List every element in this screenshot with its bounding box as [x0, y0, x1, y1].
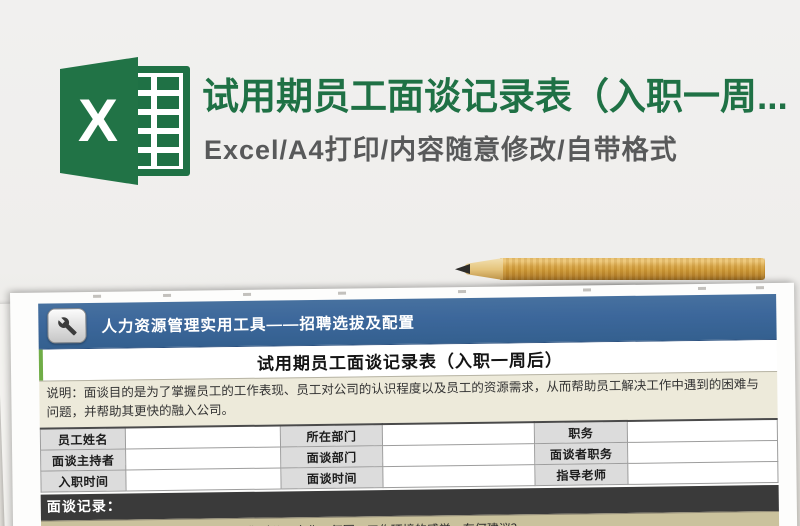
pencil-body	[500, 258, 765, 280]
wrench-button[interactable]	[47, 308, 87, 344]
field-value-cell[interactable]	[382, 464, 536, 488]
tick	[163, 293, 172, 297]
tick	[243, 292, 252, 296]
field-value-cell[interactable]	[382, 443, 535, 467]
field-value-cell[interactable]	[627, 440, 778, 464]
field-label: 员工姓名	[40, 427, 126, 451]
field-value-cell[interactable]	[125, 467, 282, 491]
field-label: 面谈时间	[280, 466, 384, 489]
field-value-cell[interactable]	[627, 418, 778, 443]
field-label: 所在部门	[280, 424, 383, 447]
field-label: 职务	[534, 420, 628, 444]
pencil-wood-tip	[461, 258, 503, 280]
info-table: 员工姓名 所在部门 职务 面谈主持者 面谈部门 面谈者职务 入职时间 面谈时间 …	[39, 417, 779, 493]
tick	[755, 286, 765, 290]
template-preview-page: X 试用期员工面谈记录表（入职一周... Excel/A4打印/内容随意修改/自…	[0, 0, 800, 526]
pencil-graphite-tip	[455, 264, 470, 274]
svg-text:X: X	[78, 87, 118, 154]
field-value-cell[interactable]	[627, 461, 779, 485]
tick	[458, 290, 467, 294]
tick	[697, 286, 707, 290]
sheet-header-title: 人力资源管理实用工具——招聘选拔及配置	[101, 314, 416, 336]
field-label: 入职时间	[40, 469, 127, 493]
sheet-preview-paper: 人力资源管理实用工具——招聘选拔及配置 试用期员工面谈记录表（入职一周后） 说明…	[10, 282, 798, 526]
field-label: 指导老师	[534, 463, 629, 486]
field-label: 面谈主持者	[40, 449, 126, 472]
product-title: 试用期员工面谈记录表（入职一周...	[202, 76, 788, 114]
field-label: 面谈部门	[280, 445, 383, 468]
field-value-cell[interactable]	[382, 422, 535, 446]
product-subtitle: Excel/A4打印/内容随意修改/自带格式	[204, 135, 678, 165]
tick	[582, 288, 592, 292]
field-value-cell[interactable]	[125, 425, 281, 450]
wrench-icon	[57, 316, 77, 335]
tick	[93, 294, 102, 298]
field-label: 面谈者职务	[534, 442, 628, 465]
field-value-cell[interactable]	[125, 446, 281, 470]
tick	[338, 291, 347, 295]
excel-logo-icon: X	[60, 56, 196, 186]
